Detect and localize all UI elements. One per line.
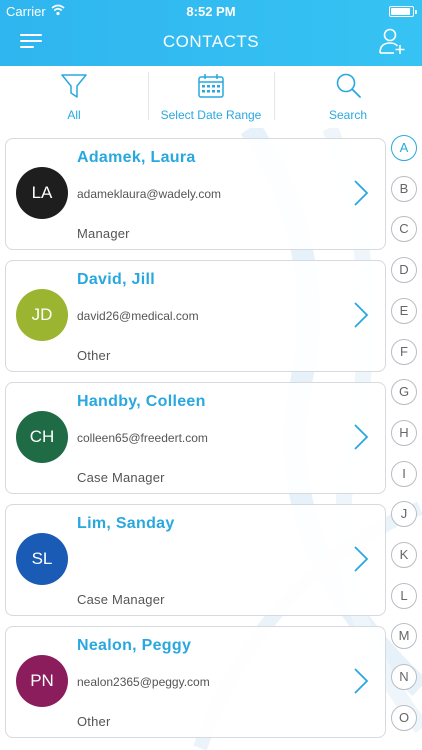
alphabet-letter-n[interactable]: N (391, 664, 417, 691)
alphabet-letter-b[interactable]: B (391, 175, 417, 202)
alphabet-letter-f[interactable]: F (391, 338, 417, 365)
chevron-right-icon[interactable] (353, 301, 369, 329)
contact-name: David, Jill (77, 271, 155, 288)
filter-icon (61, 74, 87, 98)
contact-role: Manager (77, 226, 130, 241)
avatar: LA (16, 167, 68, 219)
calendar-icon (198, 74, 224, 98)
alphabet-letter-l[interactable]: L (391, 582, 417, 609)
avatar: SL (16, 533, 68, 585)
alphabet-letter-g[interactable]: G (391, 379, 417, 406)
contact-name: Adamek, Laura (77, 149, 196, 166)
contact-card[interactable]: CH Handby, Colleen colleen65@freedert.co… (5, 382, 386, 494)
contact-role: Other (77, 714, 111, 729)
avatar: JD (16, 289, 68, 341)
contact-role: Case Manager (77, 592, 165, 607)
contact-email: colleen65@freedert.com (77, 431, 208, 445)
filter-toolbar: All Select Date Range Search (0, 66, 422, 128)
alphabet-letter-k[interactable]: K (391, 542, 417, 568)
filter-all-button[interactable]: All (0, 66, 148, 128)
alphabet-letter-a[interactable]: A (391, 135, 417, 161)
avatar: PN (16, 655, 68, 707)
contact-role: Other (77, 348, 111, 363)
select-date-range-label: Select Date Range (160, 108, 262, 122)
search-button[interactable]: Search (274, 66, 422, 128)
contact-card[interactable]: LA Adamek, Laura adameklaura@wadely.com … (5, 138, 386, 250)
chevron-right-icon[interactable] (353, 423, 369, 451)
add-user-icon[interactable] (378, 27, 406, 55)
contact-email: adameklaura@wadely.com (77, 187, 222, 201)
contact-role: Case Manager (77, 470, 165, 485)
contact-card[interactable]: SL Lim, Sanday Case Manager (5, 504, 386, 616)
avatar: CH (16, 411, 68, 463)
alphabet-letter-i[interactable]: I (391, 460, 417, 487)
contact-card[interactable]: JD David, Jill david26@medical.com Other (5, 260, 386, 372)
chevron-right-icon[interactable] (353, 179, 369, 207)
search-label: Search (328, 108, 368, 122)
search-icon (336, 73, 361, 98)
page-title: CONTACTS (162, 32, 260, 51)
status-bar: Carrier 8:52 PM (0, 0, 422, 22)
alphabet-letter-e[interactable]: E (391, 297, 417, 324)
contact-name: Nealon, Peggy (77, 637, 192, 654)
chevron-right-icon[interactable] (353, 667, 369, 695)
select-date-range-button[interactable]: Select Date Range (148, 66, 274, 128)
contact-name: Lim, Sanday (77, 515, 175, 532)
battery-icon (389, 6, 417, 17)
contact-card[interactable]: PN Nealon, Peggy nealon2365@peggy.com Ot… (5, 626, 386, 738)
alphabet-letter-h[interactable]: H (391, 419, 417, 446)
chevron-right-icon[interactable] (353, 545, 369, 573)
status-time: 8:52 PM (186, 4, 236, 19)
contact-name: Handby, Colleen (77, 393, 206, 410)
app-header: Carrier 8:52 PM CONTACTS (0, 0, 422, 66)
alphabet-letter-o[interactable]: O (391, 704, 417, 731)
filter-all-label: All (67, 108, 81, 122)
contact-email: david26@medical.com (77, 309, 199, 323)
contact-email: nealon2365@peggy.com (77, 675, 210, 689)
alphabet-letter-d[interactable]: D (391, 257, 417, 284)
